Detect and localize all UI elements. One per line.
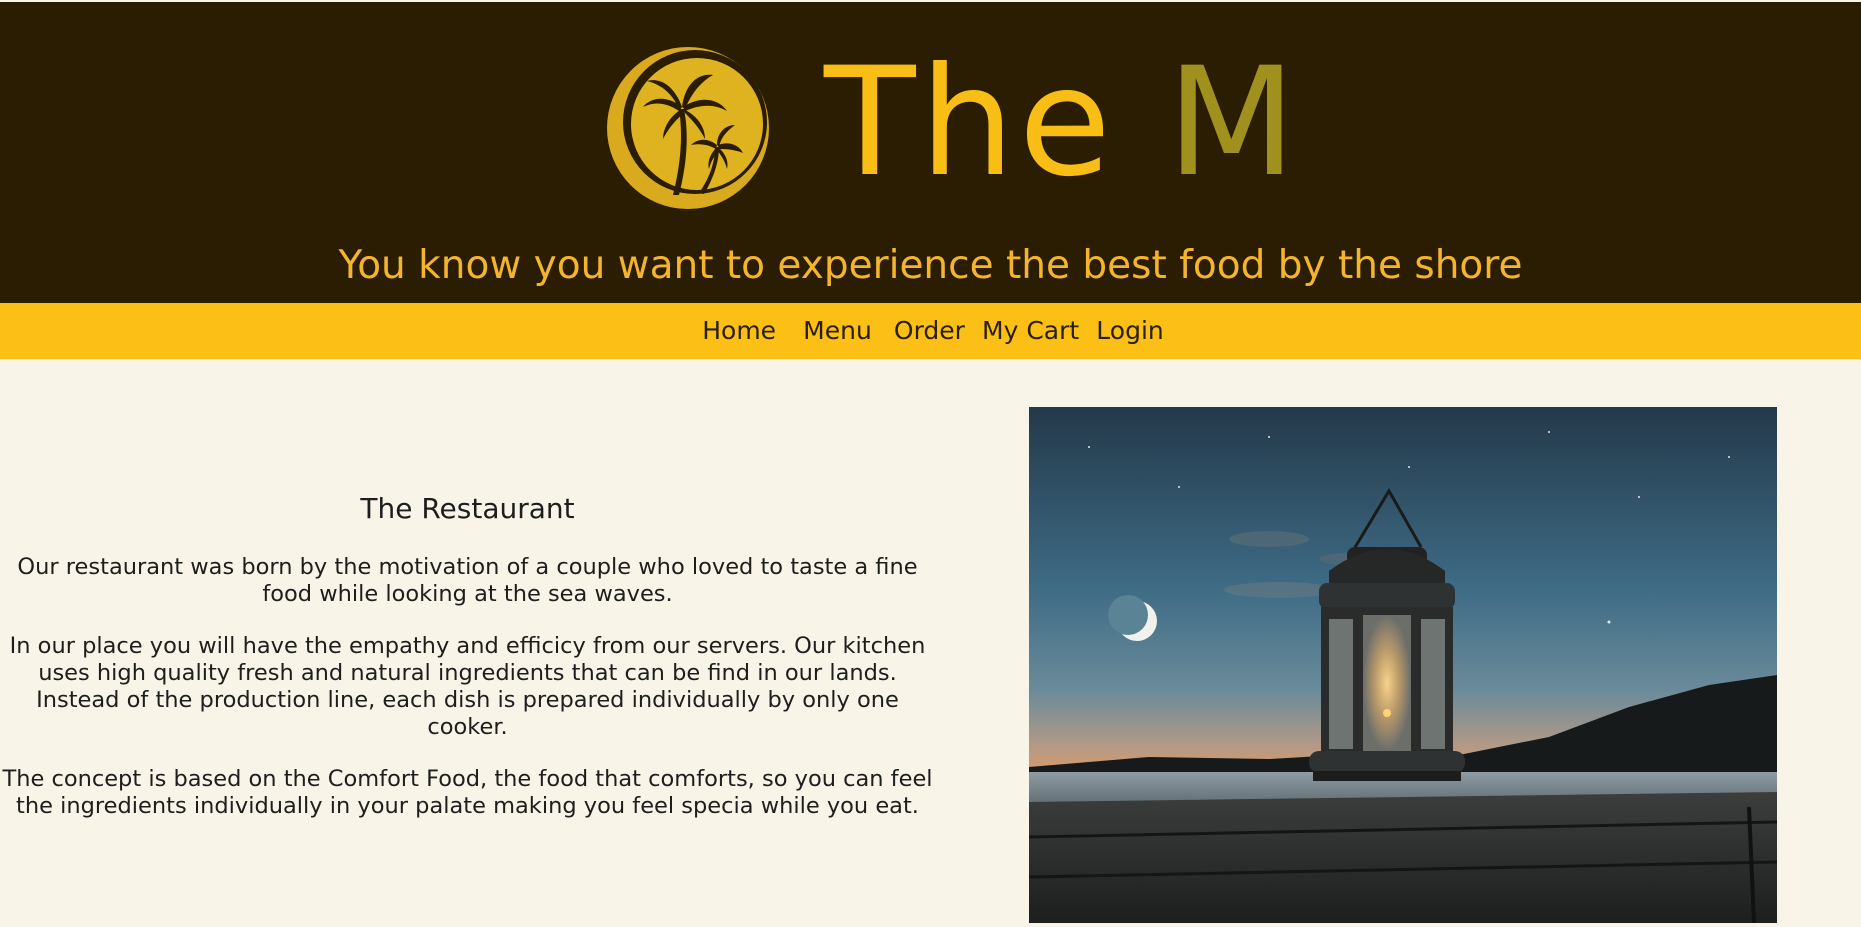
nav-item-login[interactable]: Login [1096,316,1163,346]
nav-item-menu[interactable]: Menu [803,316,872,346]
nav-items: Home Menu Order My Cart Login [691,303,1170,346]
main-nav: Home Menu Order My Cart Login [0,303,1861,359]
about-title: The Restaurant [360,492,575,525]
brand-name[interactable]: The M [824,48,1300,198]
about-paragraph: Our restaurant was born by the motivatio… [17,554,918,607]
nav-item-order[interactable]: Order [894,316,965,346]
header-tagline: You know you want to experience the best… [338,243,1523,288]
nav-item-home[interactable]: Home [702,316,776,346]
about-section: The Restaurant Our restaurant was born b… [0,490,935,845]
about-paragraph: The concept is based on the Comfort Food… [2,766,933,819]
brand-name-part1: The [824,36,1115,210]
brand-name-part2: M [1166,36,1301,210]
nav-item-my-cart[interactable]: My Cart [982,316,1079,346]
about-paragraph: In our place you will have the empathy a… [9,633,926,740]
site-header: The M You know you want to experience th… [0,2,1861,303]
lantern-photo [1029,407,1777,923]
palm-tree-moon-icon[interactable] [605,45,771,211]
